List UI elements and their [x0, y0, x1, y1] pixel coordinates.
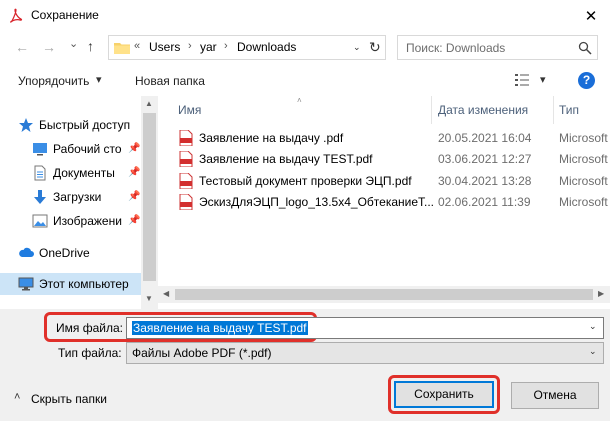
hide-folders-button[interactable]: Скрыть папки [31, 392, 107, 406]
pin-icon[interactable]: 📌 [128, 215, 140, 226]
filetype-select[interactable]: Файлы Adobe PDF (*.pdf) ⌄ [126, 342, 604, 364]
computer-icon [18, 277, 34, 291]
back-arrow-icon[interactable]: ← [15, 39, 29, 55]
search-placeholder: Поиск: Downloads [406, 41, 506, 55]
scroll-up-icon[interactable]: ▲ [145, 99, 153, 108]
column-header-type[interactable]: Тип [559, 103, 579, 117]
acrobat-icon [9, 8, 23, 24]
file-type: Microsoft [559, 152, 608, 166]
forward-arrow-icon[interactable]: → [42, 39, 56, 55]
file-date: 20.05.2021 16:04 [438, 131, 532, 145]
sidebar-scrollbar[interactable]: ▲ ▼ [141, 96, 158, 309]
sidebar-item-quick-access[interactable]: Быстрый доступ [18, 114, 130, 136]
chevron-down-icon[interactable]: ⌄ [589, 321, 597, 332]
scrollbar-thumb[interactable] [175, 289, 593, 300]
desktop-icon [33, 143, 47, 156]
file-type: Microsoft [559, 195, 608, 209]
file-name: ЭскизДляЭЦП_logo_13.5x4_ОбтеканиеТ... [199, 195, 435, 209]
address-bar[interactable]: « Users › yar › Downloads ⌄ ↻ [108, 35, 386, 60]
sidebar-item-desktop[interactable]: Рабочий сто [32, 138, 122, 160]
pin-icon[interactable]: 📌 [128, 143, 140, 154]
scroll-left-icon[interactable]: ◀ [163, 289, 169, 298]
pin-icon[interactable]: 📌 [128, 191, 140, 202]
save-button[interactable]: Сохранить [394, 381, 494, 408]
downloads-icon [34, 190, 46, 204]
organize-arrow-icon[interactable]: ▾ [96, 73, 102, 86]
sidebar-item-label: Загрузки [53, 190, 102, 204]
title-bar: Сохранение ✕ [0, 0, 610, 31]
overflow-crumb[interactable]: « [134, 40, 140, 52]
filename-label: Имя файла: [56, 321, 123, 335]
file-type: Microsoft [559, 131, 608, 145]
search-icon[interactable] [578, 41, 592, 55]
sidebar-item-label: Изображени [53, 214, 122, 228]
column-header-date[interactable]: Дата изменения [438, 103, 528, 117]
documents-icon [34, 165, 46, 181]
column-header-name[interactable]: Имя [178, 103, 201, 117]
file-date: 02.06.2021 11:39 [438, 195, 531, 209]
cloud-icon [19, 247, 34, 257]
file-name: Заявление на выдачу .pdf [199, 131, 344, 145]
pdf-file-icon [179, 130, 193, 146]
pdf-file-icon [179, 194, 193, 210]
sidebar-item-label: Этот компьютер [39, 277, 129, 291]
file-type: Microsoft [559, 174, 608, 188]
table-row[interactable]: Заявление на выдачу TEST.pdf 03.06.2021 … [172, 148, 610, 170]
filename-field[interactable]: Заявление на выдачу TEST.pdf ⌄ [126, 317, 604, 339]
scroll-down-icon[interactable]: ▼ [145, 294, 153, 303]
window-title: Сохранение [31, 8, 99, 22]
crumb-users[interactable]: Users [149, 40, 180, 54]
pdf-file-icon [179, 173, 193, 189]
crumb-yar[interactable]: yar [200, 40, 217, 54]
filetype-label: Тип файла: [58, 346, 122, 360]
filetype-value: Файлы Adobe PDF (*.pdf) [132, 346, 272, 360]
address-dropdown-icon[interactable]: ⌄ [353, 42, 361, 53]
view-dropdown-icon[interactable]: ▾ [540, 73, 546, 86]
pictures-icon [32, 214, 48, 228]
scrollbar-thumb[interactable] [143, 113, 156, 281]
new-folder-button[interactable]: Новая папка [135, 74, 205, 88]
column-divider[interactable] [431, 96, 432, 124]
pin-icon[interactable]: 📌 [128, 167, 140, 178]
file-name: Тестовый документ проверки ЭЦП.pdf [199, 174, 412, 188]
sidebar-item-onedrive[interactable]: OneDrive [18, 242, 90, 264]
file-name: Заявление на выдачу TEST.pdf [199, 152, 373, 166]
star-icon [19, 118, 33, 132]
sidebar-item-label: Быстрый доступ [39, 118, 131, 132]
search-input[interactable]: Поиск: Downloads [397, 35, 598, 60]
file-date: 03.06.2021 12:27 [438, 152, 532, 166]
cancel-button[interactable]: Отмена [511, 382, 599, 409]
sort-ascending-icon: ˄ [297, 96, 302, 105]
filename-value[interactable]: Заявление на выдачу TEST.pdf [132, 321, 308, 335]
up-arrow-icon[interactable]: ↑ [87, 38, 94, 54]
chevron-up-icon[interactable]: ˄ [14, 391, 20, 403]
table-row[interactable]: Заявление на выдачу .pdf 20.05.2021 16:0… [172, 127, 610, 149]
sidebar-item-this-pc[interactable]: Этот компьютер [18, 273, 129, 295]
view-options-icon[interactable] [515, 74, 531, 86]
scroll-right-icon[interactable]: ▶ [598, 289, 604, 298]
crumb-downloads[interactable]: Downloads [237, 40, 296, 54]
table-row[interactable]: Тестовый документ проверки ЭЦП.pdf 30.04… [172, 170, 610, 192]
chevron-down-icon[interactable]: ⌄ [589, 346, 597, 357]
folder-icon [114, 43, 130, 54]
refresh-icon[interactable]: ↻ [369, 39, 381, 56]
close-icon[interactable]: ✕ [572, 0, 610, 31]
organize-menu[interactable]: Упорядочить [18, 74, 89, 88]
sidebar-item-downloads[interactable]: Загрузки [32, 186, 101, 208]
sidebar-item-documents[interactable]: Документы [32, 162, 115, 184]
file-date: 30.04.2021 13:28 [438, 174, 532, 188]
pdf-file-icon [179, 151, 193, 167]
crumb-separator: › [188, 40, 192, 52]
sidebar-item-label: OneDrive [39, 246, 90, 260]
recent-dropdown-icon[interactable]: ⌄ [69, 37, 78, 50]
table-row[interactable]: ЭскизДляЭЦП_logo_13.5x4_ОбтеканиеТ... 02… [172, 191, 610, 213]
help-icon[interactable]: ? [578, 72, 595, 89]
crumb-separator: › [224, 40, 228, 52]
sidebar-item-label: Рабочий сто [53, 142, 122, 156]
sidebar-item-pictures[interactable]: Изображени [32, 210, 122, 232]
column-divider[interactable] [553, 96, 554, 124]
sidebar-item-label: Документы [53, 166, 115, 180]
filelist-hscrollbar[interactable]: ◀ ▶ [158, 286, 610, 303]
